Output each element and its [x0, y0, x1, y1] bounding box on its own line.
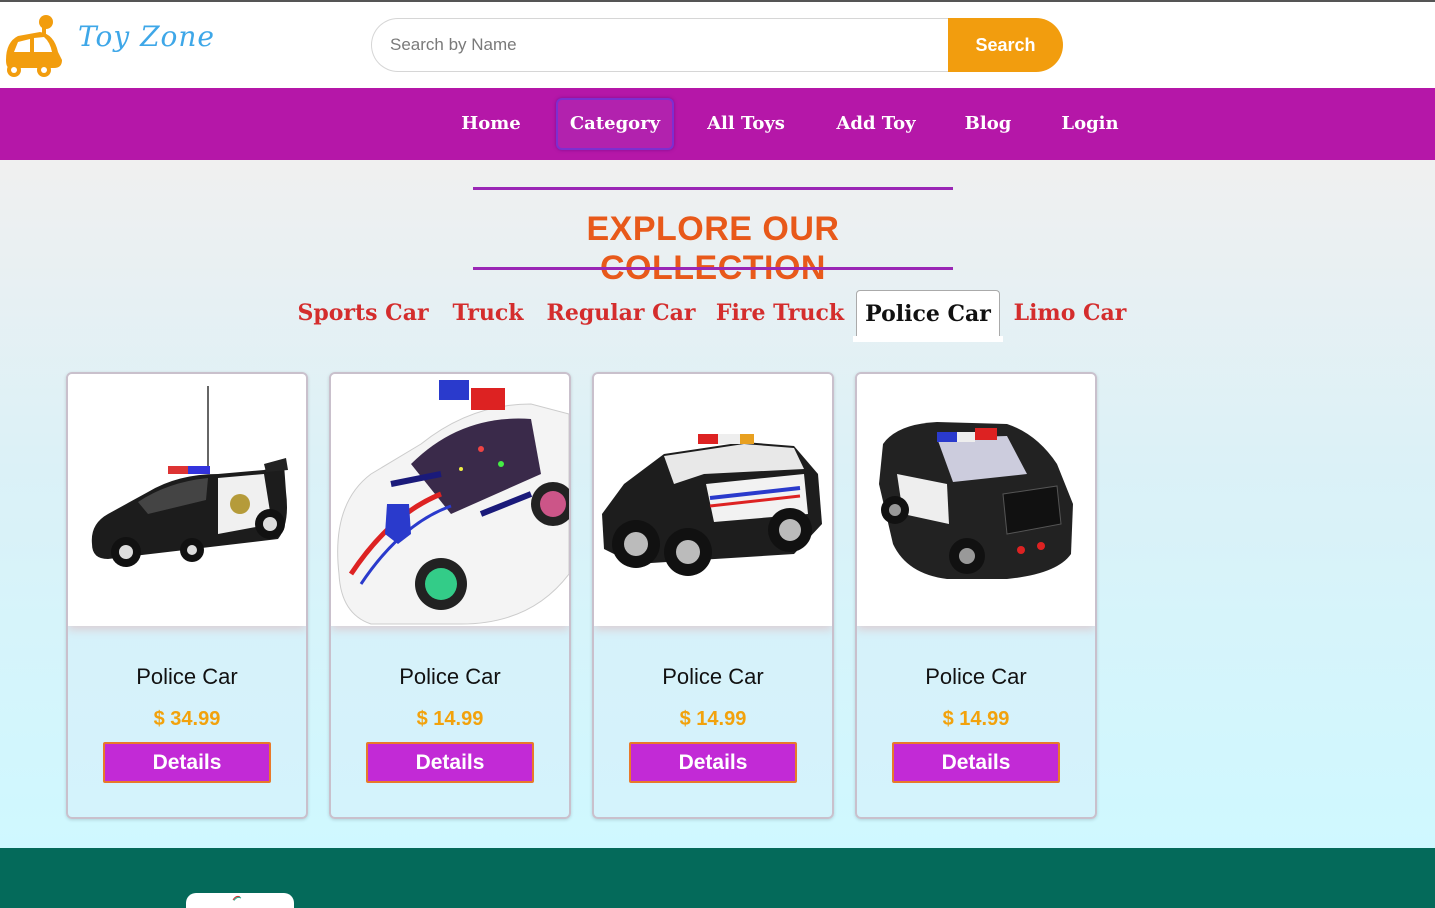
product-name: Police Car	[925, 664, 1027, 689]
product-price: $ 34.99	[153, 708, 221, 730]
product-image-black-police-car	[857, 374, 1095, 626]
tab-police-car[interactable]: Police Car	[853, 290, 1003, 342]
tab-truck[interactable]: Truck	[446, 290, 530, 342]
product-image-police-suv	[594, 374, 832, 626]
tab-sports-car[interactable]: Sports Car	[294, 290, 432, 342]
product-image-white-police-car	[331, 374, 569, 626]
details-button[interactable]: Details	[103, 742, 271, 783]
search-input[interactable]	[371, 18, 949, 72]
collection-heading: EXPLORE OUR COLLECTION	[586, 210, 840, 287]
search-bar: Search	[371, 18, 1063, 72]
product-price: $ 14.99	[942, 708, 1010, 730]
tab-regular-car[interactable]: Regular Car	[544, 290, 698, 342]
heading-top-divider	[473, 187, 953, 190]
main-nav: Home Category All Toys Add Toy Blog Logi…	[0, 88, 1435, 160]
product-card: Police Car $ 14.99 Details	[592, 372, 834, 819]
nav-add-toy[interactable]: Add Toy	[822, 98, 930, 150]
search-button[interactable]: Search	[948, 18, 1063, 72]
product-image-rc-police-sports-car	[68, 374, 306, 626]
nav-blog[interactable]: Blog	[954, 98, 1022, 150]
heading-bottom-divider	[473, 267, 953, 270]
footer-logo-icon	[186, 893, 294, 908]
product-price: $ 14.99	[679, 708, 747, 730]
brand-name[interactable]: Toy Zone	[78, 20, 215, 53]
product-card: Police Car $ 34.99 Details	[66, 372, 308, 819]
product-card: Police Car $ 14.99 Details	[329, 372, 571, 819]
product-name: Police Car	[399, 664, 501, 689]
tab-fire-truck[interactable]: Fire Truck	[712, 290, 848, 342]
tab-limo-car[interactable]: Limo Car	[1008, 290, 1132, 342]
product-price: $ 14.99	[416, 708, 484, 730]
site-header: Toy Zone Search	[0, 2, 1435, 88]
details-button[interactable]: Details	[892, 742, 1060, 783]
nav-all-toys[interactable]: All Toys	[696, 98, 796, 150]
nav-category[interactable]: Category	[556, 98, 674, 150]
toy-car-logo-icon[interactable]	[0, 12, 64, 78]
details-button[interactable]: Details	[629, 742, 797, 783]
product-card: Police Car $ 14.99 Details	[855, 372, 1097, 819]
collection-section: EXPLORE OUR COLLECTION Sports Car Truck …	[0, 160, 1435, 848]
nav-login[interactable]: Login	[1048, 98, 1132, 150]
site-footer	[0, 848, 1435, 908]
nav-home[interactable]: Home	[448, 98, 534, 150]
details-button[interactable]: Details	[366, 742, 534, 783]
product-name: Police Car	[136, 664, 238, 689]
product-name: Police Car	[662, 664, 764, 689]
